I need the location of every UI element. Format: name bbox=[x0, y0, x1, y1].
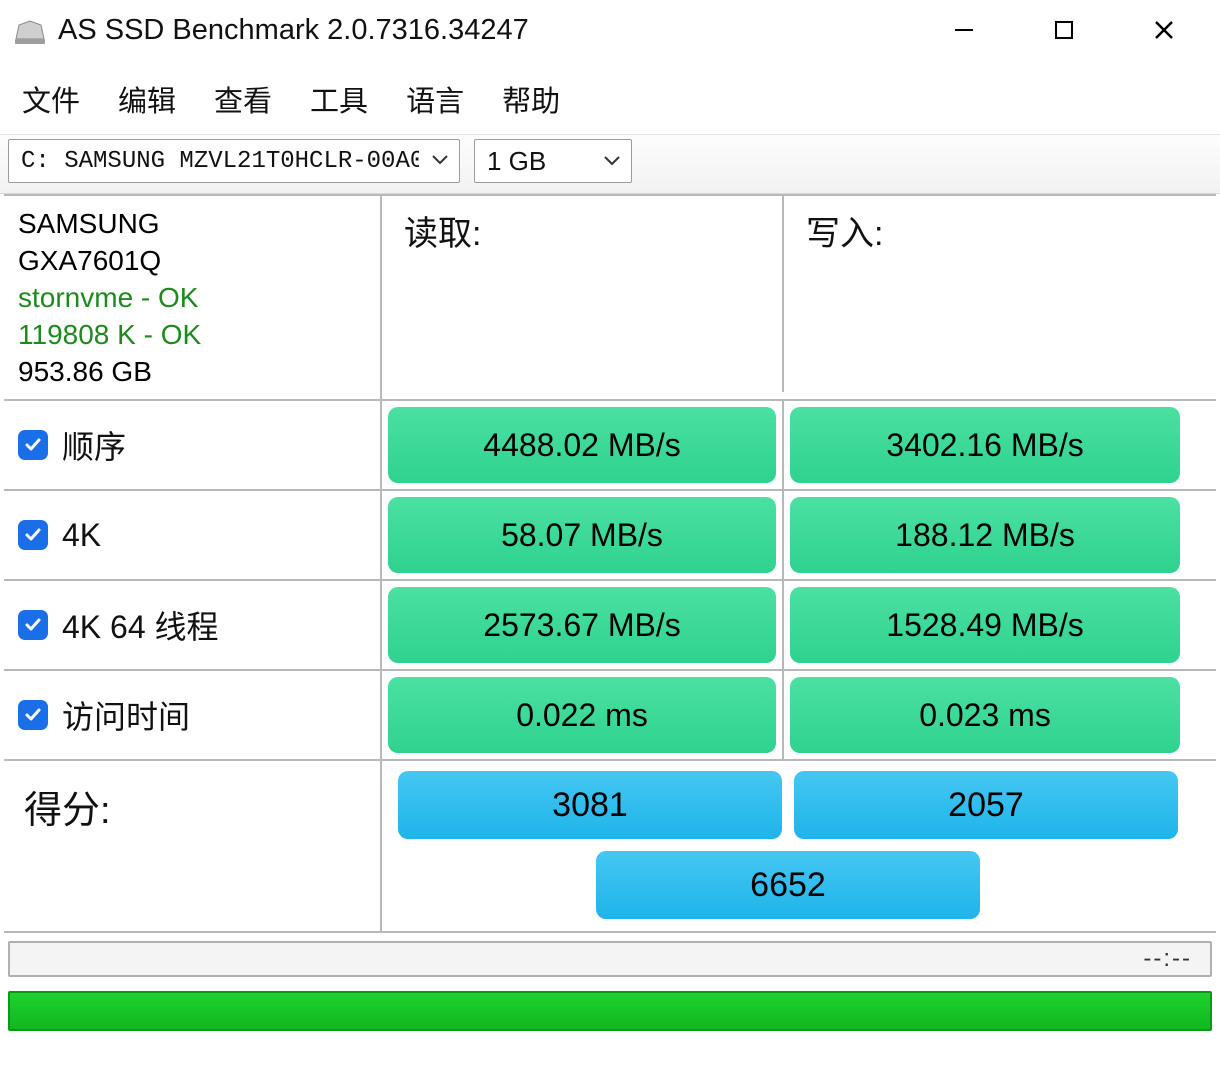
row-access-label-cell: 访问时间 bbox=[4, 671, 382, 759]
row-4k64-label: 4K 64 线程 bbox=[62, 602, 219, 648]
progress-time: --:-- bbox=[1143, 945, 1192, 973]
header-row: SAMSUNG GXA7601Q stornvme - OK 119808 K … bbox=[4, 196, 1216, 401]
score-read: 3081 bbox=[398, 771, 782, 839]
k4-read: 58.07 MB/s bbox=[388, 497, 776, 573]
row-seq: 顺序 4488.02 MB/s 3402.16 MB/s bbox=[4, 401, 1216, 491]
access-write: 0.023 ms bbox=[790, 677, 1180, 753]
size-select-value: 1 GB bbox=[487, 146, 546, 177]
device-select[interactable]: C: SAMSUNG MZVL21T0HCLR-00A00 bbox=[8, 139, 460, 183]
selector-row: C: SAMSUNG MZVL21T0HCLR-00A00 1 GB bbox=[0, 134, 1220, 194]
device-select-value: C: SAMSUNG MZVL21T0HCLR-00A00 bbox=[21, 148, 419, 175]
maximize-button[interactable] bbox=[1044, 10, 1084, 50]
menu-edit[interactable]: 编辑 bbox=[118, 78, 176, 120]
row-score: 得分: 3081 2057 6652 bbox=[4, 761, 1216, 933]
minimize-button[interactable] bbox=[944, 10, 984, 50]
results-grid: SAMSUNG GXA7601Q stornvme - OK 119808 K … bbox=[4, 194, 1216, 933]
drive-info: SAMSUNG GXA7601Q stornvme - OK 119808 K … bbox=[4, 196, 382, 399]
drive-firmware: GXA7601Q bbox=[18, 243, 161, 278]
menu-help[interactable]: 帮助 bbox=[502, 78, 560, 120]
row-access: 访问时间 0.022 ms 0.023 ms bbox=[4, 671, 1216, 761]
row-seq-label-cell: 顺序 bbox=[4, 401, 382, 489]
menu-view[interactable]: 查看 bbox=[214, 78, 272, 120]
score-total: 6652 bbox=[596, 851, 980, 919]
row-4k-label-cell: 4K bbox=[4, 491, 382, 579]
window-controls bbox=[944, 10, 1184, 50]
checkbox-access[interactable] bbox=[18, 700, 48, 730]
drive-capacity: 953.86 GB bbox=[18, 354, 152, 389]
k4-64-write: 1528.49 MB/s bbox=[790, 587, 1180, 663]
progress-bar-idle: --:-- bbox=[8, 941, 1212, 977]
drive-alignment: 119808 K - OK bbox=[18, 317, 201, 352]
chevron-down-icon bbox=[431, 150, 449, 173]
seq-write: 3402.16 MB/s bbox=[790, 407, 1180, 483]
drive-driver: stornvme - OK bbox=[18, 280, 198, 315]
score-write: 2057 bbox=[794, 771, 1178, 839]
row-4k64: 4K 64 线程 2573.67 MB/s 1528.49 MB/s bbox=[4, 581, 1216, 671]
close-button[interactable] bbox=[1144, 10, 1184, 50]
row-access-label: 访问时间 bbox=[62, 692, 190, 738]
header-read: 读取: bbox=[382, 196, 784, 392]
menu-file[interactable]: 文件 bbox=[22, 78, 80, 120]
menu-bar: 文件 编辑 查看 工具 语言 帮助 bbox=[0, 60, 1220, 134]
window-title: AS SSD Benchmark 2.0.7316.34247 bbox=[58, 14, 904, 47]
checkbox-seq[interactable] bbox=[18, 430, 48, 460]
menu-language[interactable]: 语言 bbox=[406, 78, 464, 120]
score-label: 得分: bbox=[4, 761, 382, 931]
access-read: 0.022 ms bbox=[388, 677, 776, 753]
checkbox-4k[interactable] bbox=[18, 520, 48, 550]
header-write: 写入: bbox=[784, 196, 1186, 392]
chevron-down-icon bbox=[603, 150, 621, 173]
app-icon bbox=[12, 15, 48, 45]
score-area: 3081 2057 6652 bbox=[382, 761, 1186, 931]
size-select[interactable]: 1 GB bbox=[474, 139, 632, 183]
seq-read: 4488.02 MB/s bbox=[388, 407, 776, 483]
k4-write: 188.12 MB/s bbox=[790, 497, 1180, 573]
row-4k-label: 4K bbox=[62, 517, 101, 554]
checkbox-4k64[interactable] bbox=[18, 610, 48, 640]
row-seq-label: 顺序 bbox=[62, 422, 126, 468]
k4-64-read: 2573.67 MB/s bbox=[388, 587, 776, 663]
drive-vendor: SAMSUNG bbox=[18, 206, 160, 241]
progress-area: --:-- . bbox=[0, 933, 1220, 1031]
title-bar: AS SSD Benchmark 2.0.7316.34247 bbox=[0, 0, 1220, 60]
app-window: AS SSD Benchmark 2.0.7316.34247 文件 编辑 查看… bbox=[0, 0, 1220, 1031]
row-4k64-label-cell: 4K 64 线程 bbox=[4, 581, 382, 669]
menu-tools[interactable]: 工具 bbox=[310, 78, 368, 120]
row-4k: 4K 58.07 MB/s 188.12 MB/s bbox=[4, 491, 1216, 581]
progress-bar-done: . bbox=[8, 991, 1212, 1031]
